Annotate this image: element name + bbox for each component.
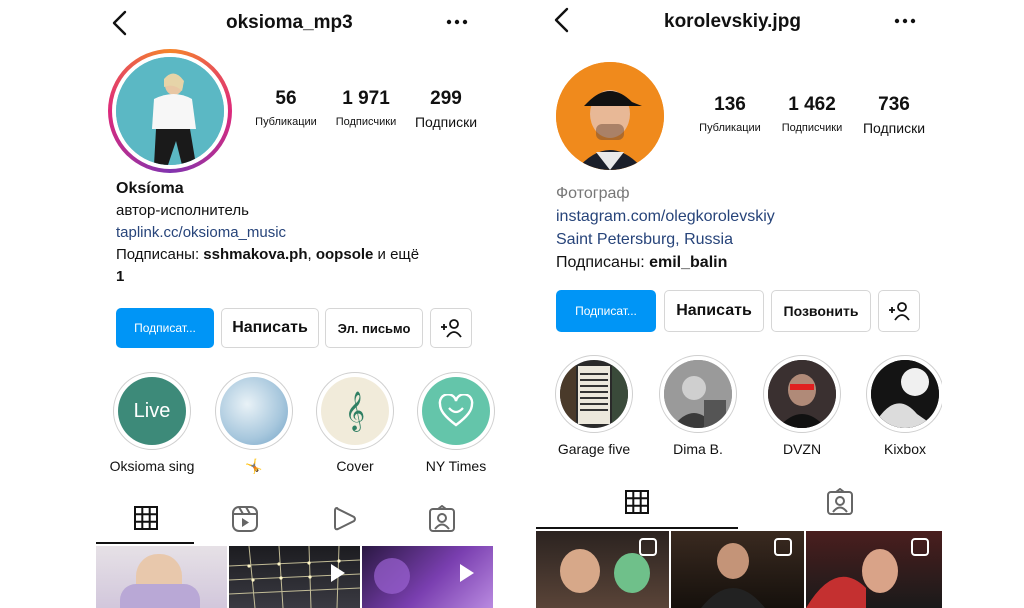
profile-bio: автор-исполнитель bbox=[116, 202, 249, 219]
message-button[interactable]: Написать bbox=[664, 290, 764, 332]
highlight-cover-songs[interactable]: 𝄞 Cover bbox=[309, 372, 401, 474]
more-options-icon[interactable] bbox=[446, 19, 468, 25]
profile-display-name: Oksíoma bbox=[116, 180, 184, 197]
profile-username: oksioma_mp3 bbox=[226, 12, 353, 33]
highlight-garage-five[interactable]: Garage five bbox=[548, 355, 640, 457]
grid-tab-icon[interactable] bbox=[624, 489, 650, 515]
profile-oksioma: oksioma_mp3 56 Публикации 1 971 Подписчики… bbox=[96, 0, 496, 608]
active-tab-indicator bbox=[536, 527, 738, 529]
avatar[interactable] bbox=[556, 62, 664, 170]
grid-tab-icon[interactable] bbox=[133, 505, 159, 531]
multi-photo-icon bbox=[774, 538, 792, 556]
highlight-ny-times[interactable]: NY Times bbox=[410, 372, 496, 474]
profile-link[interactable]: instagram.com/olegkorolevskiy bbox=[556, 205, 926, 228]
tagged-tab-icon[interactable] bbox=[428, 505, 456, 533]
add-person-icon bbox=[889, 302, 910, 321]
treble-clef-icon: 𝄞 bbox=[321, 377, 389, 445]
post-thumbnail[interactable] bbox=[229, 546, 360, 608]
profile-category: Фотограф bbox=[556, 185, 630, 202]
profile-location[interactable]: Saint Petersburg, Russia bbox=[556, 228, 926, 251]
stat-following[interactable]: 736 Подписки bbox=[856, 94, 932, 136]
heart-icon bbox=[438, 394, 474, 427]
avatar bbox=[116, 57, 224, 165]
suggest-people-button[interactable] bbox=[878, 290, 920, 332]
post-thumbnail[interactable] bbox=[362, 546, 493, 608]
followed-by-text[interactable]: Подписаны: emil_balin bbox=[556, 251, 926, 274]
multi-photo-icon bbox=[639, 538, 657, 556]
profile-username: korolevskiy.jpg bbox=[664, 11, 801, 32]
more-options-icon[interactable] bbox=[894, 18, 916, 24]
call-button[interactable]: Позвонить bbox=[771, 290, 871, 332]
post-thumbnail[interactable] bbox=[96, 546, 227, 608]
post-thumbnail[interactable] bbox=[671, 531, 804, 608]
video-tab-icon[interactable] bbox=[332, 505, 358, 533]
reels-tab-icon[interactable] bbox=[231, 505, 259, 533]
stat-followers[interactable]: 1 971 Подписчики bbox=[328, 88, 404, 128]
profile-korolevskiy: korolevskiy.jpg 136 Публикации 1 462 Подпи… bbox=[536, 0, 942, 608]
follow-button[interactable]: Подписат... bbox=[116, 308, 214, 348]
highlight-oksioma-sing[interactable]: Live Oksioma sing bbox=[106, 372, 198, 474]
highlight-gymnast[interactable]: 🤸 bbox=[208, 372, 300, 475]
post-thumbnail[interactable] bbox=[806, 531, 942, 608]
back-icon[interactable] bbox=[552, 7, 572, 33]
suggest-people-button[interactable] bbox=[430, 308, 472, 348]
avatar-story-ring[interactable] bbox=[108, 49, 232, 173]
email-button[interactable]: Эл. письмо bbox=[325, 308, 423, 348]
post-thumbnail[interactable] bbox=[536, 531, 669, 608]
back-icon[interactable] bbox=[110, 10, 130, 36]
message-button[interactable]: Написать bbox=[221, 308, 319, 348]
stat-posts[interactable]: 136 Публикации bbox=[692, 94, 768, 134]
highlight-dvzn[interactable]: DVZN bbox=[756, 355, 848, 457]
highlight-kixbox[interactable]: Kixbox bbox=[859, 355, 942, 457]
stat-posts[interactable]: 56 Публикации bbox=[248, 88, 324, 128]
active-tab-indicator bbox=[96, 542, 194, 544]
highlight-cover bbox=[220, 377, 288, 445]
profile-link[interactable]: taplink.cc/oksioma_music bbox=[116, 222, 486, 244]
stat-followers[interactable]: 1 462 Подписчики bbox=[774, 94, 850, 134]
followed-by-text[interactable]: Подписаны: sshmakova.ph, oopsole и ещё bbox=[116, 244, 486, 266]
highlight-cover: Live bbox=[118, 377, 186, 445]
video-play-icon bbox=[460, 564, 474, 582]
stat-following[interactable]: 299 Подписки bbox=[408, 88, 484, 130]
followed-by-count[interactable]: 1 bbox=[116, 266, 486, 288]
multi-photo-icon bbox=[911, 538, 929, 556]
tagged-tab-icon[interactable] bbox=[826, 488, 854, 516]
follow-button[interactable]: Подписат... bbox=[556, 290, 656, 332]
add-person-icon bbox=[441, 319, 462, 338]
highlight-dima-b[interactable]: Dima B. bbox=[652, 355, 744, 457]
